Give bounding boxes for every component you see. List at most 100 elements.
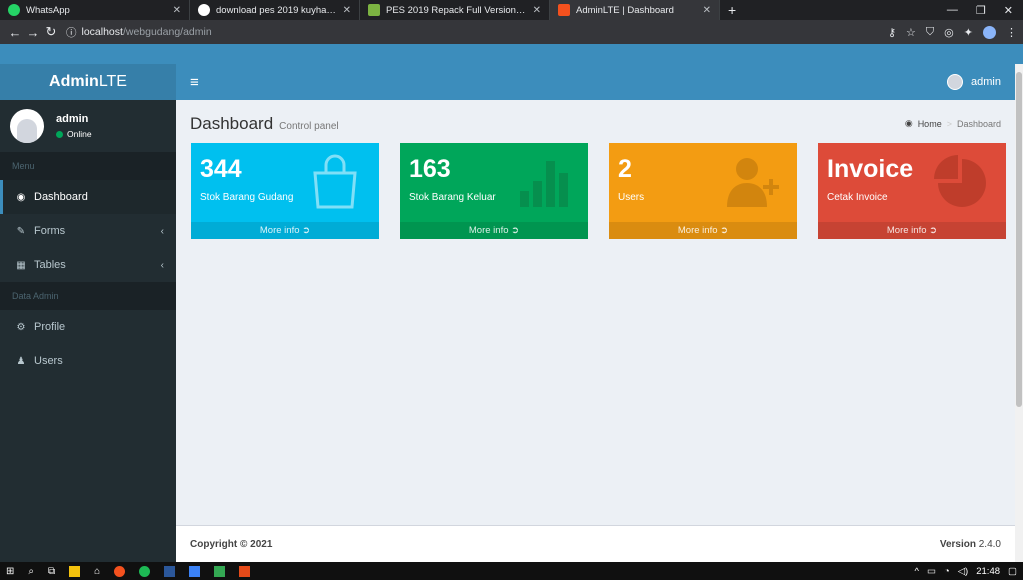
scrollbar-thumb[interactable] <box>1016 72 1022 407</box>
cogs-icon: ⚙ <box>16 321 26 333</box>
file-explorer-icon[interactable] <box>69 565 81 577</box>
url-host: localhost <box>81 26 123 38</box>
app-icon[interactable] <box>189 565 201 577</box>
sidebar-item-label: Tables <box>34 259 66 271</box>
word-icon[interactable] <box>164 565 176 577</box>
adminlte-icon[interactable] <box>239 565 251 577</box>
puzzle-icon[interactable]: ✦ <box>964 26 973 39</box>
chrome-icon[interactable] <box>114 565 126 577</box>
user-menu[interactable]: admin <box>947 74 1001 90</box>
close-icon[interactable]: ✕ <box>703 5 711 16</box>
bar-chart-icon <box>520 161 568 207</box>
dashboard-icon: ◉ <box>904 118 913 128</box>
sidebar-item-users[interactable]: ♟ Users <box>0 344 176 378</box>
volume-icon[interactable]: ◁) <box>958 566 968 577</box>
tab-whatsapp[interactable]: WhatsApp ✕ <box>0 0 190 20</box>
whatsapp-icon <box>8 4 20 16</box>
close-icon[interactable]: ✕ <box>343 5 351 16</box>
info-icon[interactable]: ⓘ <box>66 25 77 40</box>
sidebar-item-forms[interactable]: ✎ Forms ‹ <box>0 214 176 248</box>
logo-bold: Admin <box>49 73 99 90</box>
user-panel: admin Online <box>0 100 176 152</box>
close-window-icon[interactable]: ✕ <box>1004 4 1013 17</box>
box-value: Invoice <box>827 155 914 183</box>
page-top-strip <box>0 44 1023 64</box>
tab-title: WhatsApp <box>26 4 70 16</box>
windows-start-icon[interactable]: ⊞ <box>6 566 14 577</box>
extension-icons: ⚷ ☆ ⛉ ◎ ✦ ⋮ <box>888 25 1017 39</box>
minimize-icon[interactable]: — <box>947 4 958 16</box>
reload-icon[interactable]: ↻ <box>42 24 60 40</box>
tab-adminlte-dashboard[interactable]: AdminLTE | Dashboard ✕ <box>550 0 720 20</box>
more-info-link[interactable]: More info ➲ <box>818 222 1006 239</box>
circle-icon[interactable]: ◎ <box>944 26 954 39</box>
battery-icon[interactable]: ▭ <box>927 566 936 577</box>
box-label: Users <box>618 192 645 203</box>
breadcrumb-home[interactable]: Home <box>918 119 942 129</box>
chevron-left-icon: ‹ <box>160 225 164 237</box>
wifi-icon[interactable]: ◔ <box>944 566 950 577</box>
site-icon <box>368 4 380 16</box>
box-label: Stok Barang Keluar <box>409 192 496 203</box>
star-icon[interactable]: ☆ <box>906 26 916 39</box>
content-wrapper: Dashboard Control panel ◉ Home > Dashboa… <box>176 100 1015 525</box>
online-status: Online <box>56 129 92 139</box>
sidebar-item-tables[interactable]: ▦ Tables ‹ <box>0 248 176 282</box>
close-icon[interactable]: ✕ <box>173 5 181 16</box>
sidebar-item-label: Dashboard <box>34 191 88 203</box>
box-value: 344 <box>200 155 242 183</box>
profile-icon[interactable] <box>983 25 996 39</box>
vertical-scrollbar[interactable] <box>1015 64 1023 562</box>
tab-title: PES 2019 Repack Full Version | k <box>386 4 527 16</box>
forward-icon[interactable]: → <box>24 25 42 40</box>
menu-dots-icon[interactable]: ⋮ <box>1006 26 1017 39</box>
arrow-circle-right-icon: ➲ <box>929 225 938 236</box>
hamburger-menu-icon[interactable]: ≡ <box>190 74 199 91</box>
sidebar: admin Online Menu ◉ Dashboard ✎ Forms ‹ … <box>0 100 176 562</box>
os-taskbar: ⊞ ⌕ ⧉ ⌂ ^ ▭ ◔ ◁) 21:48 ▢ <box>0 562 1023 580</box>
task-view-icon[interactable]: ⧉ <box>48 566 55 577</box>
search-icon[interactable]: ⌕ <box>28 566 34 577</box>
url-field[interactable]: ⓘ localhost/webgudang/admin <box>66 25 212 40</box>
restore-icon[interactable]: ❐ <box>976 4 986 17</box>
app-logo[interactable]: Admin LTE <box>0 64 176 100</box>
breadcrumb-current: Dashboard <box>956 118 1001 129</box>
back-icon[interactable]: ← <box>6 25 24 40</box>
avatar <box>947 74 964 90</box>
more-info-link[interactable]: More info ➲ <box>191 222 379 239</box>
tab-title: download pes 2019 kuyhaa - Go <box>216 4 337 16</box>
dashboard-icon: ◉ <box>16 191 26 203</box>
spotify-icon[interactable] <box>139 565 151 577</box>
adminlte-icon <box>558 4 570 16</box>
tab-google-search[interactable]: download pes 2019 kuyhaa - Go ✕ <box>190 0 360 20</box>
notification-icon[interactable]: ▢ <box>1008 566 1017 577</box>
info-box-stok-gudang: 344 Stok Barang Gudang More info ➲ <box>191 143 379 239</box>
page-footer: Copyright © 2021 Version 2.4.0 <box>176 525 1015 562</box>
sidebar-item-label: Users <box>34 355 63 367</box>
chevron-up-icon[interactable]: ^ <box>915 566 919 577</box>
shield-icon[interactable]: ⛉ <box>926 26 934 39</box>
info-box-users: 2 Users More info ➲ <box>609 143 797 239</box>
new-tab-button[interactable]: + <box>720 0 744 20</box>
navbar-username: admin <box>971 76 1001 88</box>
app-icon[interactable] <box>214 565 226 577</box>
chevron-left-icon: ‹ <box>160 259 164 271</box>
tab-pes-repack[interactable]: PES 2019 Repack Full Version | k ✕ <box>360 0 550 20</box>
address-bar: ← → ↻ ⓘ localhost/webgudang/admin ⚷ ☆ ⛉ … <box>0 20 1023 44</box>
edit-icon: ✎ <box>16 225 26 237</box>
key-icon[interactable]: ⚷ <box>888 26 896 39</box>
logo-rest: LTE <box>98 73 127 90</box>
more-info-link[interactable]: More info ➲ <box>609 222 797 239</box>
sidebar-item-profile[interactable]: ⚙ Profile <box>0 310 176 344</box>
close-icon[interactable]: ✕ <box>533 5 541 16</box>
sidebar-item-dashboard[interactable]: ◉ Dashboard <box>0 180 176 214</box>
store-icon[interactable]: ⌂ <box>94 566 100 577</box>
more-info-link[interactable]: More info ➲ <box>400 222 588 239</box>
version-info: Version 2.4.0 <box>939 538 1001 550</box>
sidebar-section-data-admin: Data Admin <box>0 282 176 310</box>
clock[interactable]: 21:48 <box>976 566 1000 577</box>
arrow-circle-right-icon: ➲ <box>720 225 729 236</box>
table-icon: ▦ <box>16 259 26 271</box>
tab-title: AdminLTE | Dashboard <box>576 4 674 16</box>
sidebar-item-label: Profile <box>34 321 66 333</box>
